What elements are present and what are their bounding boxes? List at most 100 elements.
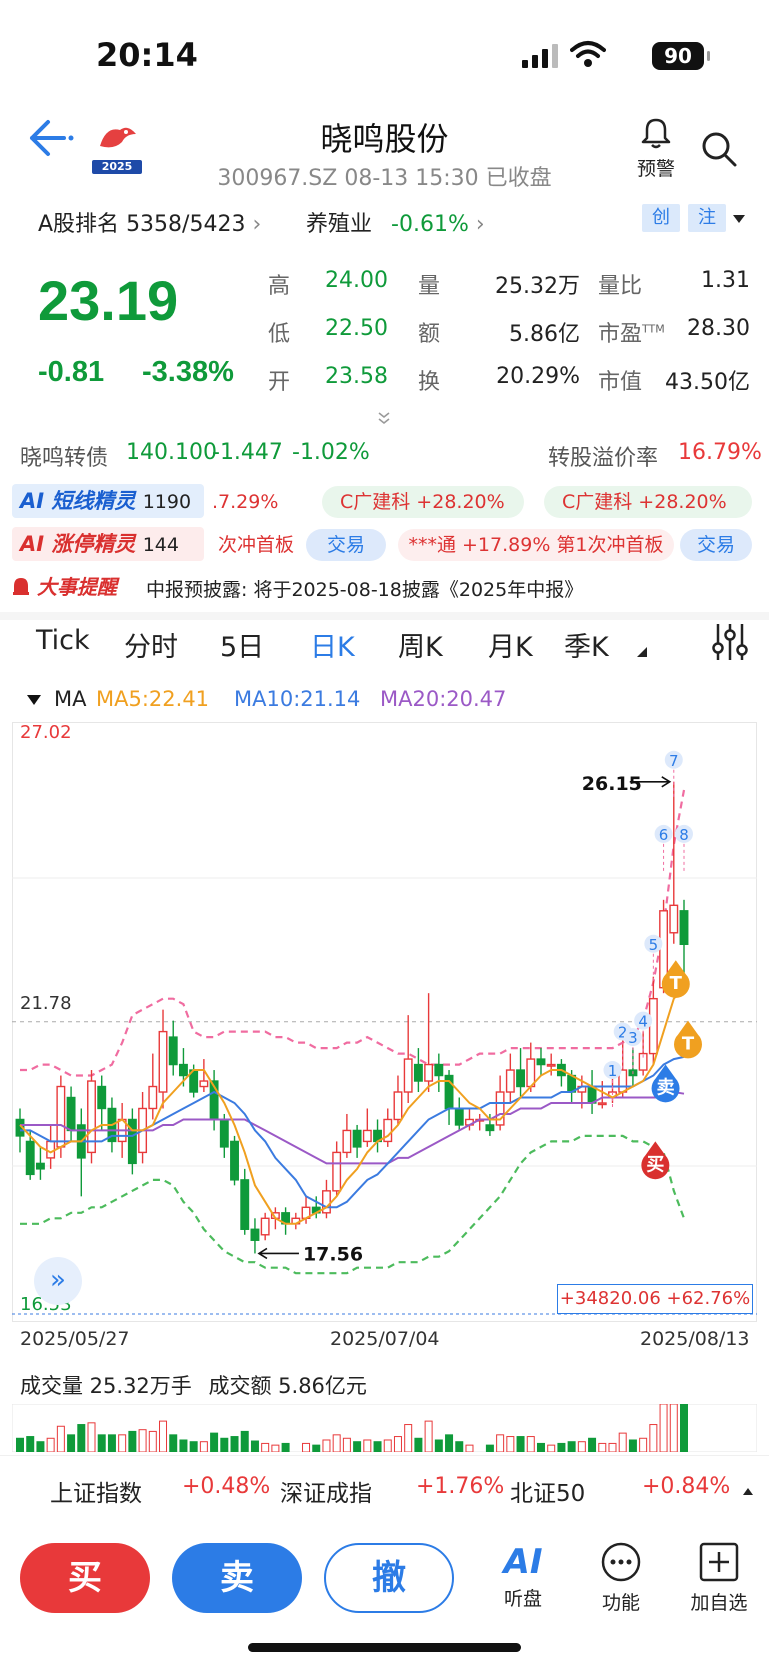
index-name: 深证成指 bbox=[280, 1481, 372, 1507]
ma-label[interactable]: MA bbox=[54, 687, 86, 711]
ma5-line bbox=[19, 986, 685, 1225]
t-marker-label: T bbox=[682, 1034, 695, 1055]
marker-number: 1 bbox=[608, 1062, 618, 1080]
high-annotation: 26.15 bbox=[582, 773, 642, 795]
volume-summary: 成交量 25.32万手 成交额 5.86亿元 bbox=[20, 1370, 367, 1400]
x-label-mid: 2025/07/04 bbox=[330, 1328, 440, 1350]
amount-value: 成交额 5.86亿元 bbox=[208, 1374, 367, 1398]
listen-button[interactable]: AI 听盘 bbox=[478, 1540, 568, 1611]
low-arrow bbox=[257, 1247, 299, 1260]
tab-tick[interactable]: Tick bbox=[36, 625, 90, 656]
event-text[interactable]: 中报预披露: 将于2025-08-18披露《2025年中报》 bbox=[146, 575, 583, 602]
buy-marker-label: 买 bbox=[646, 1154, 664, 1175]
index-name: 北证50 bbox=[510, 1481, 586, 1507]
tab-5day[interactable]: 5日 bbox=[220, 625, 264, 664]
ai-short-line-badge[interactable]: AI 短线精灵 1190 bbox=[12, 484, 204, 518]
boll-upper-line bbox=[20, 789, 686, 1077]
candle-body bbox=[219, 1118, 229, 1148]
trade-button[interactable]: 交易 bbox=[680, 529, 752, 561]
industry-name: 养殖业 bbox=[306, 212, 373, 237]
volume-bar bbox=[87, 1422, 96, 1452]
cancel-order-button[interactable]: 撤 bbox=[324, 1543, 454, 1613]
premium-value: 16.79% bbox=[678, 440, 762, 465]
volume-bar bbox=[77, 1424, 86, 1452]
volume-bar bbox=[373, 1441, 382, 1452]
ai-feed-item[interactable]: C广建科 +28.20% bbox=[322, 486, 524, 518]
functions-label: 功能 bbox=[601, 1592, 640, 1614]
marker-number: 7 bbox=[669, 752, 679, 770]
candle-body bbox=[260, 1217, 270, 1236]
volume-value: 成交量 25.32万手 bbox=[20, 1374, 192, 1398]
volume-bar bbox=[628, 1439, 637, 1452]
bell-icon bbox=[641, 118, 671, 149]
current-price: 23.19 bbox=[38, 269, 179, 332]
status-time: 20:14 bbox=[96, 36, 198, 74]
marker-number: 3 bbox=[628, 1029, 638, 1047]
price-change-pct: -3.38% bbox=[142, 356, 234, 388]
candle-body bbox=[148, 1085, 158, 1110]
volume-bar bbox=[281, 1442, 290, 1452]
ai-feed-item[interactable]: 次冲首板 bbox=[218, 529, 294, 561]
volume-chart[interactable] bbox=[12, 1404, 757, 1452]
candle-body bbox=[669, 904, 679, 934]
industry-row[interactable]: 养殖业 -0.61% › bbox=[306, 206, 485, 238]
buy-button[interactable]: 买 bbox=[20, 1543, 150, 1613]
index-change: +0.84% bbox=[642, 1474, 731, 1499]
volume-bar bbox=[46, 1437, 55, 1452]
quote-field-value: 22.50 bbox=[325, 316, 388, 341]
volume-bar bbox=[363, 1439, 372, 1452]
candle-body bbox=[97, 1085, 107, 1110]
sell-button[interactable]: 卖 bbox=[172, 1543, 302, 1613]
profit-box: +34820.06 +62.76% bbox=[557, 1284, 753, 1314]
volume-bar bbox=[199, 1441, 208, 1452]
ai-feed-item[interactable]: ***通 +17.89% 第1次冲首板 bbox=[398, 529, 674, 561]
ai-feed-item[interactable]: C广建科 +28.20% bbox=[544, 486, 752, 518]
add-watchlist-button[interactable]: 加自选 bbox=[674, 1540, 764, 1615]
search-icon[interactable] bbox=[700, 130, 740, 170]
candle-body bbox=[648, 997, 658, 1055]
expand-up-icon[interactable] bbox=[742, 1486, 754, 1496]
premium-label: 转股溢价率 bbox=[548, 446, 659, 471]
tab-monthly-k[interactable]: 月K bbox=[488, 625, 533, 664]
ma-toggle-triangle-icon[interactable] bbox=[26, 694, 42, 706]
tag-chuang[interactable]: 创 bbox=[642, 204, 680, 232]
ma10-value: MA10:21.14 bbox=[234, 687, 361, 711]
dropdown-corner-icon[interactable] bbox=[636, 646, 648, 658]
quote-grid: 高 24.00 量 25.32万 量比 1.31 低 22.50 额 5.86亿 市盈TTM 28.3… bbox=[268, 268, 750, 408]
candle-body bbox=[66, 1096, 76, 1132]
kline-chart[interactable]: 26.1517.5612 345678买卖TT bbox=[12, 722, 757, 1322]
volume-bar bbox=[649, 1424, 658, 1452]
dropdown-triangle-icon[interactable] bbox=[732, 214, 746, 224]
tab-intraday[interactable]: 分时 bbox=[124, 625, 178, 664]
candle-body bbox=[230, 1140, 239, 1181]
bond-price: 140.100 bbox=[126, 440, 217, 465]
bond-name[interactable]: 晓鸣转债 bbox=[20, 440, 108, 472]
index-change: +0.48% bbox=[182, 1474, 271, 1499]
alert-button[interactable]: 预警 bbox=[628, 116, 684, 181]
expand-chart-button[interactable]: » bbox=[34, 1257, 82, 1305]
functions-button[interactable]: 功能 bbox=[576, 1540, 666, 1615]
trade-button[interactable]: 交易 bbox=[306, 529, 386, 561]
candle-body bbox=[352, 1129, 362, 1148]
ai-feed-item[interactable]: .7.29% bbox=[212, 486, 278, 518]
volume-bar bbox=[588, 1437, 597, 1452]
rank-value: 5358/5423 bbox=[126, 212, 246, 237]
event-badge[interactable]: 大事提醒 bbox=[12, 571, 130, 603]
ai-limit-up-badge[interactable]: AI 涨停精灵 144 bbox=[12, 527, 204, 561]
volume-bar bbox=[557, 1442, 566, 1452]
candle-body bbox=[403, 1058, 413, 1093]
expand-chevron-icon[interactable] bbox=[376, 410, 392, 426]
volume-bar bbox=[240, 1430, 249, 1452]
volume-bar bbox=[138, 1429, 147, 1452]
tag-zhu[interactable]: 注 bbox=[688, 204, 726, 232]
rank-row[interactable]: A股排名 5358/5423 › bbox=[38, 206, 261, 238]
tab-quarterly-k[interactable]: 季K bbox=[564, 625, 609, 664]
tab-weekly-k[interactable]: 周K bbox=[398, 625, 443, 664]
volume-bar bbox=[342, 1437, 351, 1452]
index-ticker-bar[interactable]: 上证指数 +0.48% 深证成指 +1.76% 北证50 +0.84% bbox=[0, 1455, 769, 1525]
ma20-value: MA20:20.47 bbox=[380, 687, 507, 711]
volume-bar bbox=[189, 1441, 198, 1452]
chart-settings-sliders-icon[interactable] bbox=[710, 622, 750, 662]
section-divider bbox=[0, 612, 769, 620]
tab-daily-k[interactable]: 日K bbox=[310, 625, 355, 664]
